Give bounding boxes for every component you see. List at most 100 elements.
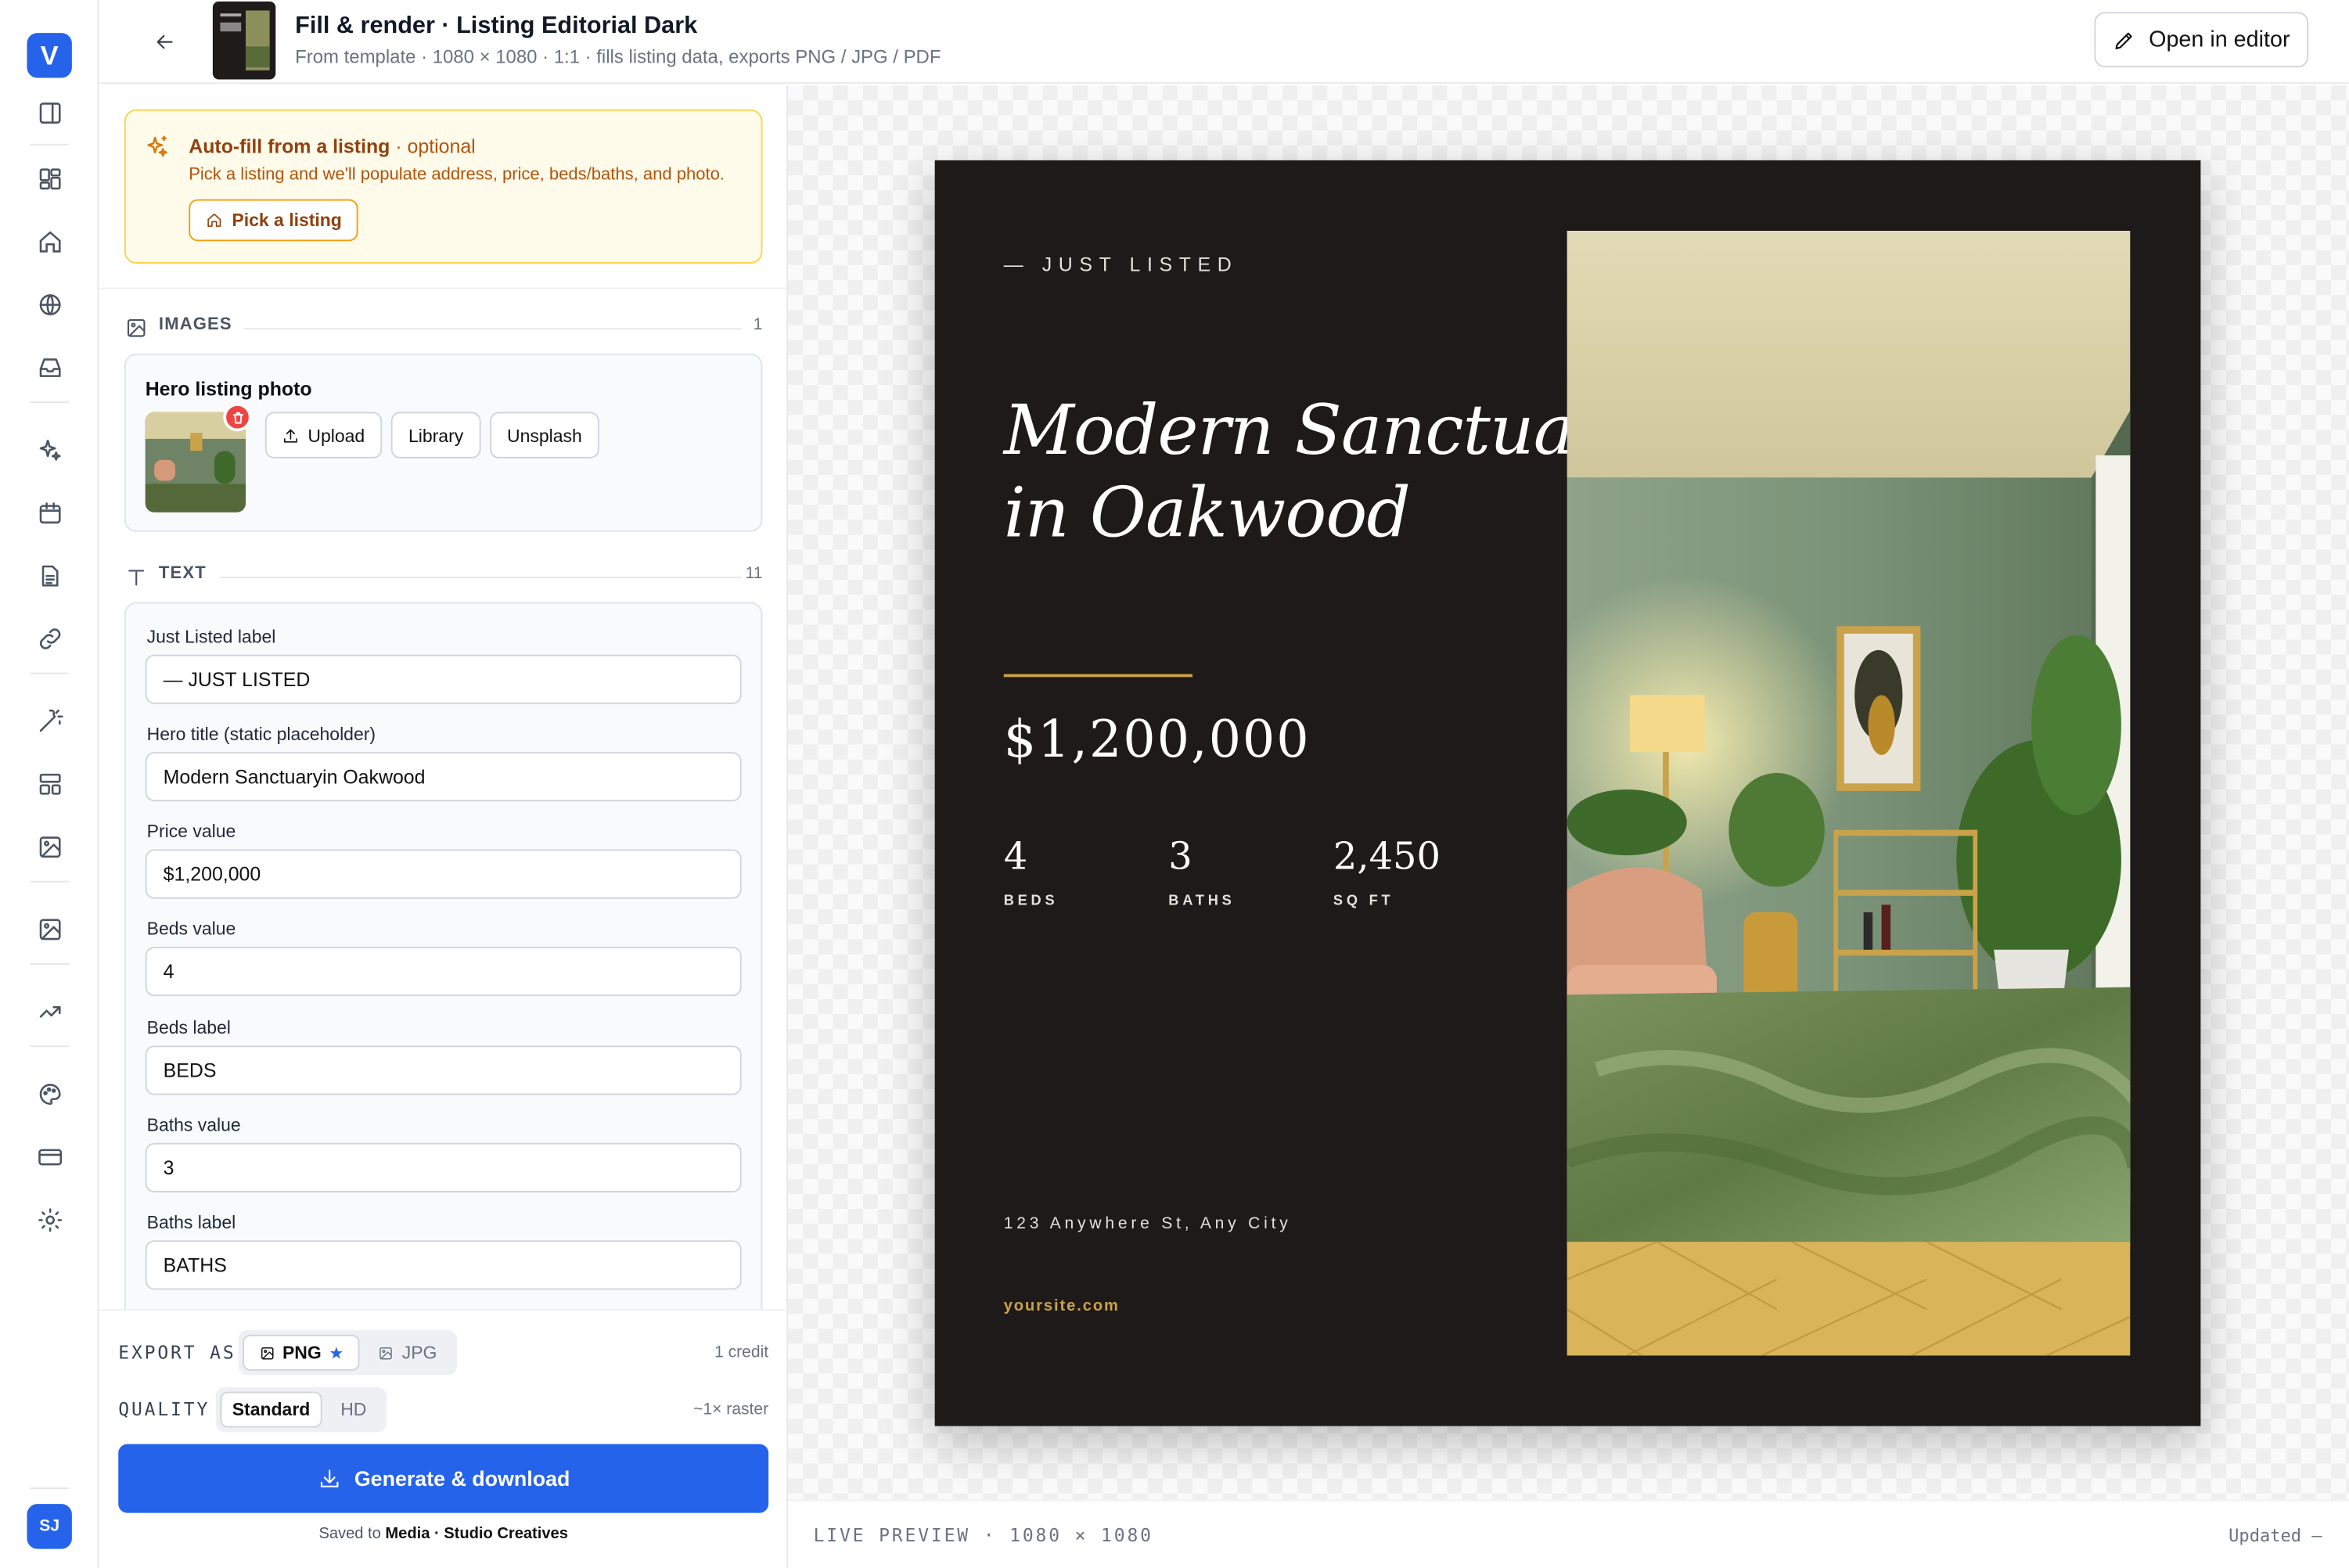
- home-icon: [207, 213, 221, 227]
- preview-just-listed: — JUST LISTED: [1003, 253, 1239, 276]
- magic-wand-icon[interactable]: [31, 703, 67, 739]
- calendar-icon[interactable]: [31, 494, 67, 530]
- field-label: Beds label: [146, 1016, 231, 1038]
- home-icon[interactable]: [31, 223, 67, 259]
- globe-icon[interactable]: [31, 286, 67, 322]
- preview-address: 123 Anywhere St, Any City: [1003, 1214, 1292, 1233]
- just-listed-label-input[interactable]: — JUST LISTED: [145, 654, 742, 704]
- pick-listing-label: Pick a listing: [232, 210, 342, 231]
- quality-label: QUALITY: [118, 1399, 210, 1420]
- upload-label: Upload: [308, 424, 365, 446]
- image-icon[interactable]: [31, 829, 67, 865]
- preview-beds-label: BEDS: [1003, 893, 1059, 910]
- upload-button[interactable]: Upload: [264, 412, 383, 459]
- baths-value-input[interactable]: 3: [145, 1142, 742, 1192]
- preview-baths-value: 3: [1168, 834, 1192, 878]
- format-jpg-option[interactable]: JPG: [364, 1335, 451, 1371]
- hero-photo-card: Hero listing photo Upload Library Unspla…: [124, 353, 763, 532]
- images-section-header: IMAGES 1: [124, 315, 763, 340]
- export-panel: EXPORT AS PNG ★ JPG 1 credit QUALITY Sta…: [99, 1309, 787, 1568]
- hd-label: HD: [340, 1399, 367, 1420]
- image-icon: [127, 318, 146, 337]
- generate-download-button[interactable]: Generate & download: [118, 1444, 769, 1513]
- listing-canvas: — JUST LISTED Modern Sanctuary in Oakwoo…: [934, 160, 2201, 1426]
- dashboard-icon[interactable]: [31, 160, 67, 196]
- trending-icon[interactable]: [31, 993, 67, 1029]
- saved-location: Saved to Media · Studio Creatives: [318, 1524, 568, 1543]
- beds-label-input[interactable]: BEDS: [145, 1045, 742, 1095]
- preview-title: Modern Sanctuary in Oakwood: [1004, 390, 1645, 555]
- preview-beds-value: 4: [1003, 834, 1028, 878]
- autofill-description: Pick a listing and we'll populate addres…: [189, 166, 725, 185]
- settings-icon[interactable]: [31, 1201, 67, 1237]
- unsplash-label: Unsplash: [507, 424, 582, 446]
- field-label: Hero title (static placeholder): [146, 723, 376, 745]
- export-as-label: EXPORT AS: [118, 1342, 236, 1364]
- autofill-banner: Auto-fill from a listing · optional Pick…: [124, 109, 763, 264]
- inbox-icon[interactable]: [31, 349, 67, 385]
- hero-title-input[interactable]: Modern Sanctuaryin Oakwood: [145, 752, 742, 802]
- delete-photo-button[interactable]: [223, 403, 252, 432]
- quality-standard-option[interactable]: Standard: [220, 1391, 322, 1428]
- user-avatar[interactable]: SJ: [27, 1504, 72, 1549]
- quality-hd-option[interactable]: HD: [326, 1392, 380, 1428]
- fill-panel: Auto-fill from a listing · optional Pick…: [99, 85, 789, 1568]
- brand-logo[interactable]: V: [27, 33, 72, 78]
- open-in-editor-button[interactable]: Open in editor: [2094, 12, 2309, 68]
- preview-website: yoursite.com: [1003, 1296, 1120, 1315]
- text-section-label: TEXT: [158, 564, 207, 583]
- image-icon: [380, 1347, 393, 1359]
- preview-sqft-label: SQ FT: [1333, 893, 1394, 910]
- image-icon: [261, 1347, 273, 1359]
- live-preview-label: LIVE PREVIEW · 1080 × 1080: [813, 1524, 1153, 1546]
- template-thumbnail: [212, 1, 276, 80]
- page-title: Fill & render · Listing Editorial Dark: [295, 13, 698, 39]
- quality-selector: Standard HD: [215, 1386, 387, 1433]
- page-subtitle: From template · 1080 × 1080 · 1:1 · fill…: [295, 46, 941, 68]
- field-label: Baths label: [146, 1211, 236, 1233]
- back-arrow-icon[interactable]: [147, 24, 183, 60]
- credit-card-icon[interactable]: [31, 1138, 67, 1174]
- sidebar-toggle-icon[interactable]: [31, 95, 67, 131]
- image-gallery-icon[interactable]: [31, 911, 67, 947]
- sparkles-icon[interactable]: [31, 431, 67, 467]
- preview-gold-rule: [1003, 674, 1192, 678]
- sparkles-icon: [144, 133, 171, 160]
- layout-icon[interactable]: [31, 765, 67, 801]
- pick-listing-button[interactable]: Pick a listing: [189, 199, 358, 242]
- field-label: Just Listed label: [146, 626, 276, 648]
- upload-icon: [284, 428, 298, 442]
- open-in-editor-label: Open in editor: [2149, 27, 2290, 53]
- saved-location-name: Media · Studio Creatives: [385, 1524, 568, 1543]
- library-button[interactable]: Library: [390, 412, 481, 459]
- standard-label: Standard: [232, 1399, 311, 1420]
- document-icon[interactable]: [31, 557, 67, 593]
- beds-value-input[interactable]: 4: [145, 946, 742, 997]
- price-value-input[interactable]: $1,200,000: [145, 849, 742, 899]
- field-label: Beds value: [146, 918, 236, 940]
- raster-info: ~1× raster: [693, 1401, 769, 1419]
- unsplash-button[interactable]: Unsplash: [490, 412, 599, 459]
- format-selector: PNG ★ JPG: [238, 1330, 457, 1376]
- preview-baths-label: BATHS: [1168, 893, 1236, 910]
- field-label: Baths value: [146, 1114, 241, 1136]
- format-png-option[interactable]: PNG ★: [243, 1334, 360, 1371]
- preview-area: — JUST LISTED Modern Sanctuary in Oakwoo…: [788, 85, 2349, 1500]
- preview-sqft-value: 2,450: [1333, 834, 1441, 878]
- baths-label-input[interactable]: BATHS: [145, 1240, 742, 1290]
- trash-icon: [232, 411, 243, 423]
- credit-cost: 1 credit: [714, 1343, 769, 1362]
- pencil-icon: [2116, 31, 2133, 49]
- autofill-title: Auto-fill from a listing · optional: [189, 135, 476, 158]
- text-fields-card: Just Listed label — JUST LISTED Hero tit…: [124, 602, 763, 1336]
- download-icon: [319, 1469, 338, 1487]
- page-header: Fill & render · Listing Editorial Dark F…: [99, 0, 2349, 85]
- palette-icon[interactable]: [31, 1076, 67, 1112]
- preview-title-line2: in Oakwood: [1003, 472, 1411, 553]
- preview-statusbar: LIVE PREVIEW · 1080 × 1080 Updated —: [788, 1499, 2349, 1568]
- jpg-label: JPG: [401, 1342, 437, 1364]
- preview-hero-photo: [1567, 230, 2131, 1356]
- link-icon[interactable]: [31, 620, 67, 656]
- text-type-icon: [128, 570, 145, 586]
- images-count: 1: [753, 315, 763, 334]
